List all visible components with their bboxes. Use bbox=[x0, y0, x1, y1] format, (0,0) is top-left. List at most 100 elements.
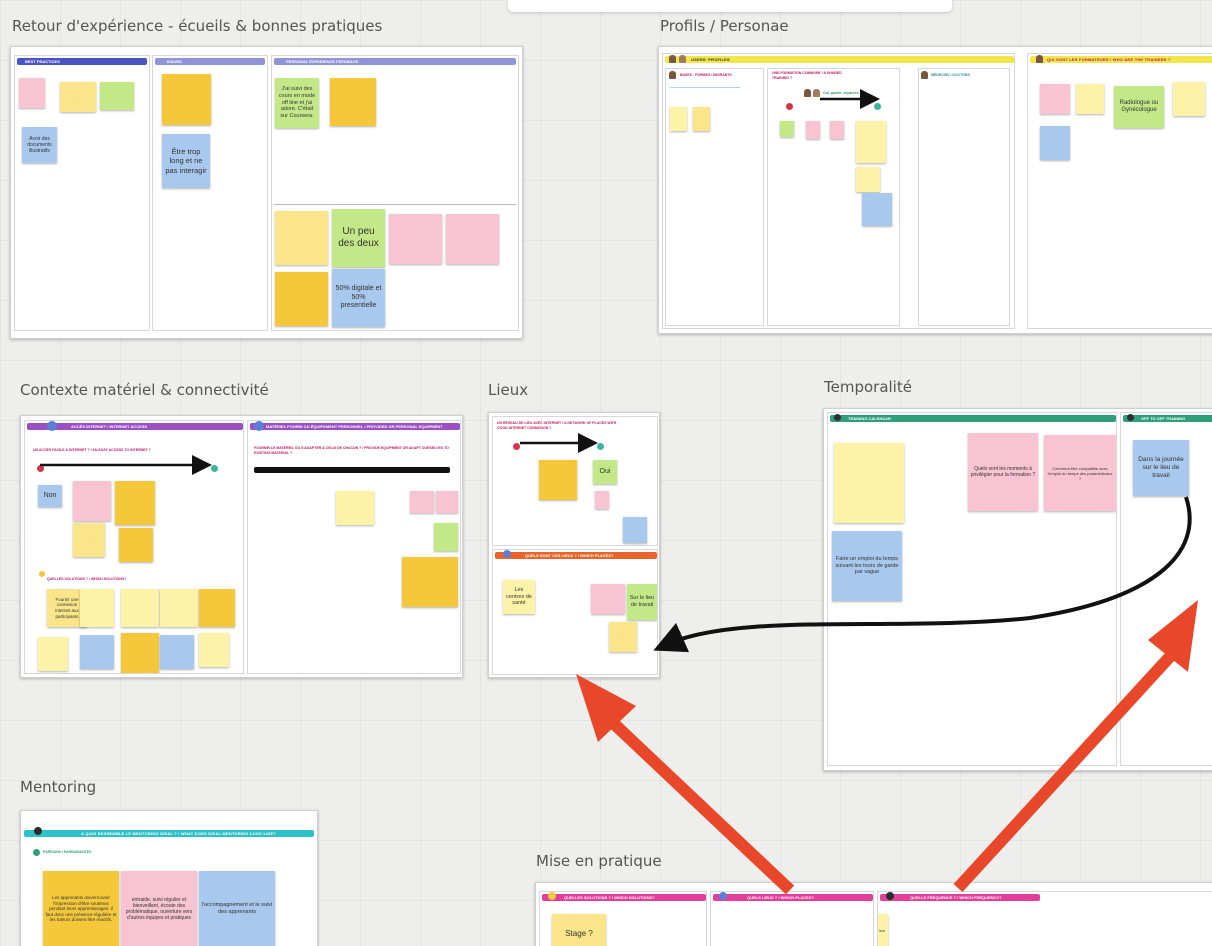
sticky-note[interactable]: · bbox=[1040, 126, 1070, 160]
sticky-note[interactable]: · bbox=[670, 107, 687, 131]
column-which-places-mise[interactable]: QUELS LIEUX ? / WHICH PLACES? bbox=[710, 891, 874, 946]
sticky-note[interactable]: Faire un emploi du temps suivant les tou… bbox=[832, 531, 902, 601]
frame-lieux[interactable]: UN RÉSEAU DE LIEU AVEC INTERNET / A NETW… bbox=[488, 412, 660, 678]
frame-mise[interactable]: QUELLES SOLUTIONS ? / WHICH SOLUTIONS? S… bbox=[535, 882, 1212, 946]
column-personal-experience[interactable]: PERSONAL EXPERIENCE FEEDBACK J'ai suivi … bbox=[271, 55, 519, 331]
column-off-to-off-training[interactable]: OFF TO OFF TRAINING Dans la journée sur … bbox=[1120, 412, 1212, 766]
sticky-note[interactable]: · bbox=[434, 523, 458, 551]
sticky-note[interactable]: l'accompagnement et le suivi des apprena… bbox=[199, 871, 275, 946]
sticky-note[interactable]: · bbox=[19, 78, 45, 108]
sticky-note[interactable]: Mise en pratique : Dans leur lieux de tr… bbox=[878, 914, 888, 946]
sticky-note[interactable]: · bbox=[1173, 82, 1205, 116]
frame-retour[interactable]: BEST PRACTICES · · · Avoir des documents… bbox=[10, 46, 523, 339]
sticky-note[interactable]: Radiologue ou Gynécologue bbox=[1114, 86, 1164, 128]
header-trainers-label: QUI SONT LES FORMATEURS / WHO ARE THE TR… bbox=[1047, 57, 1171, 62]
header-which-places-label: QUELS SONT CES LIEUX ? / WHICH PLACES? bbox=[525, 553, 614, 558]
sticky-note[interactable]: · bbox=[121, 589, 159, 627]
sticky-note[interactable]: Les apprenants doivent avoir l'impressio… bbox=[43, 871, 119, 946]
sticky-note[interactable]: · bbox=[80, 589, 114, 627]
red-arrowhead bbox=[576, 674, 636, 742]
sticky-note[interactable]: · bbox=[595, 491, 609, 509]
sticky-note[interactable]: Non bbox=[38, 485, 62, 507]
sticky-note[interactable]: · bbox=[780, 121, 794, 137]
sticky-note[interactable]: · bbox=[199, 633, 229, 667]
sticky-note[interactable]: Oui bbox=[593, 460, 617, 484]
column-trainers[interactable]: QUI SONT LES FORMATEURS / WHO ARE THE TR… bbox=[1027, 53, 1212, 329]
column-network[interactable]: UN RÉSEAU DE LIEU AVEC INTERNET / A NETW… bbox=[492, 416, 658, 546]
sticky-note[interactable]: J'ai suivi des cours en mode off line et… bbox=[275, 78, 319, 128]
column-best-practices[interactable]: BEST PRACTICES · · · Avoir des documents… bbox=[14, 55, 150, 331]
sticky-note[interactable]: · bbox=[693, 107, 710, 131]
yes-icon bbox=[874, 103, 881, 110]
frame-profils[interactable]: USERS' PROFILES BASES - FORMES / MIGRANT… bbox=[658, 46, 1212, 334]
sticky-note[interactable]: Dans la journée sur le lieu de travail bbox=[1133, 440, 1189, 496]
sticky-note[interactable]: · bbox=[862, 193, 892, 226]
sticky-note[interactable]: Quels sont les moments à privilégier pou… bbox=[968, 433, 1038, 511]
column-which-solutions[interactable]: QUELLES SOLUTIONS ? / WHICH SOLUTIONS? S… bbox=[539, 891, 707, 946]
sticky-note[interactable]: · bbox=[60, 82, 96, 112]
sticky-note[interactable]: · bbox=[73, 481, 111, 521]
sticky-note[interactable]: · bbox=[160, 589, 198, 627]
column-which-places[interactable]: QUELS SONT CES LIEUX ? / WHICH PLACES? L… bbox=[492, 549, 658, 675]
divider bbox=[670, 87, 740, 88]
sticky-note[interactable]: · bbox=[275, 211, 328, 265]
column-training-calendar[interactable]: TRAINING CALENDAR · Quels sont les momen… bbox=[827, 412, 1117, 766]
column-users-profiles[interactable]: USERS' PROFILES BASES - FORMES / MIGRANT… bbox=[662, 53, 1015, 329]
sticky-note[interactable]: · bbox=[410, 491, 434, 513]
sticky-note[interactable]: Avoir des documents illustratifs bbox=[22, 127, 57, 163]
subcolumn-shared-training[interactable]: UNE FORMATION COMMUNE / A SHARED TRAININ… bbox=[767, 68, 900, 326]
frame-contexte[interactable]: ACCÈS INTERNET / INTERNET ACCESS UN ACCÈ… bbox=[20, 415, 463, 678]
sticky-note[interactable]: · bbox=[1040, 84, 1070, 114]
column-issues[interactable]: ISSUES · Être trop long et ne pas intera… bbox=[152, 55, 268, 331]
sticky-note[interactable]: Les centres de santé bbox=[503, 580, 535, 614]
sticky-note[interactable]: entraide, suivi régulier et bienveillant… bbox=[121, 871, 197, 946]
sticky-note[interactable]: Stage ? bbox=[552, 914, 606, 946]
sticky-note[interactable]: · bbox=[160, 635, 194, 669]
sticky-note[interactable]: · bbox=[856, 167, 880, 192]
sticky-note[interactable]: · bbox=[436, 491, 458, 513]
no-icon bbox=[786, 103, 793, 110]
avatar-icon bbox=[921, 71, 928, 79]
sticky-note[interactable]: Sur le lieu de travail bbox=[627, 584, 657, 620]
sticky-note[interactable]: Comment être compatible avec l'emploi du… bbox=[1044, 435, 1116, 511]
sticky-note[interactable]: · bbox=[100, 82, 134, 110]
sticky-note[interactable]: · bbox=[330, 78, 376, 126]
sticky-note[interactable]: · bbox=[121, 633, 159, 673]
sticky-note[interactable]: · bbox=[162, 74, 211, 125]
sticky-note[interactable]: · bbox=[806, 121, 820, 139]
column-internet-access[interactable]: ACCÈS INTERNET / INTERNET ACCESS UN ACCÈ… bbox=[24, 420, 244, 674]
sticky-note[interactable]: · bbox=[275, 272, 328, 326]
timeline-bar bbox=[254, 467, 450, 473]
sticky-note[interactable]: · bbox=[38, 637, 68, 671]
header-issues-label: ISSUES bbox=[167, 59, 182, 64]
sticky-note[interactable]: 50% digitale et 50% presentielle bbox=[332, 269, 385, 327]
canvas-top-toolbar[interactable] bbox=[508, 0, 952, 12]
sticky-note[interactable]: · bbox=[1076, 84, 1104, 114]
frame-mentoring[interactable]: À QUOI RESSEMBLE LE MENTORING IDÉAL ? / … bbox=[20, 810, 318, 946]
sticky-note[interactable]: · bbox=[119, 528, 153, 562]
subcolumn-bases[interactable]: BASES - FORMES / MIGRANTS · · bbox=[665, 68, 764, 326]
sticky-note[interactable]: · bbox=[539, 460, 577, 500]
sticky-note[interactable]: · bbox=[115, 481, 155, 525]
sticky-note[interactable]: Un peu des deux bbox=[332, 209, 385, 267]
sticky-note[interactable]: · bbox=[834, 443, 904, 523]
section-title-contexte: Contexte matériel & connectivité bbox=[20, 381, 269, 399]
sticky-note[interactable]: · bbox=[402, 557, 458, 607]
sticky-note[interactable]: Être trop long et ne pas interagir bbox=[162, 134, 210, 188]
sticky-note[interactable]: · bbox=[446, 214, 499, 264]
sticky-note[interactable]: · bbox=[80, 635, 114, 669]
column-equipment[interactable]: MATÉRIEL FOURNI OU ÉQUIPEMENT PERSONNEL … bbox=[247, 420, 461, 674]
sticky-note[interactable]: · bbox=[609, 622, 637, 652]
column-which-frequency[interactable]: QUELLE FRÉQUENCE ? / WHICH FREQUENCY? Mi… bbox=[877, 891, 1212, 946]
subcolumn-doctors[interactable]: MÉDECINS / DOCTORS bbox=[918, 68, 1010, 326]
lightbulb-icon bbox=[548, 892, 556, 900]
sticky-note[interactable]: · bbox=[591, 584, 625, 614]
frame-temporalite[interactable]: TRAINING CALENDAR · Quels sont les momen… bbox=[823, 408, 1212, 771]
sticky-note[interactable]: · bbox=[336, 491, 374, 525]
sticky-note[interactable]: · bbox=[73, 523, 105, 557]
sticky-note[interactable]: · bbox=[389, 214, 442, 264]
sticky-note[interactable]: · bbox=[199, 589, 235, 627]
sticky-note[interactable]: · bbox=[623, 517, 647, 543]
sticky-note[interactable]: · bbox=[830, 121, 844, 139]
sticky-note[interactable]: · bbox=[856, 121, 886, 163]
